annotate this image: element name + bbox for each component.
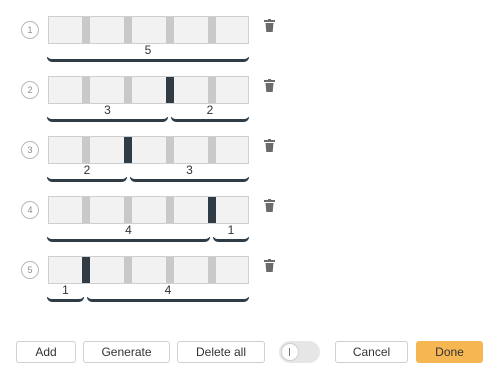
pattern-row: 1 5	[0, 16, 500, 68]
group-count: 4	[125, 223, 132, 237]
bracket-line	[171, 117, 249, 122]
segment-strip[interactable]	[48, 76, 249, 104]
cut-slot[interactable]	[124, 137, 132, 163]
group-bracket: 4	[47, 223, 210, 242]
group-count: 1	[227, 223, 235, 237]
open-slot[interactable]	[124, 257, 132, 283]
group-bracket: 1	[213, 223, 249, 242]
segment-strip[interactable]	[48, 16, 249, 44]
group-bracket: 2	[171, 103, 249, 122]
bracket-line	[47, 237, 210, 242]
delete-all-button[interactable]: Delete all	[177, 341, 265, 363]
open-slot[interactable]	[166, 257, 174, 283]
group-bracket: 2	[47, 163, 127, 182]
pattern-row: 2 3 2	[0, 76, 500, 128]
group-bracket: 1	[47, 283, 84, 302]
cut-slot[interactable]	[208, 197, 216, 223]
open-slot[interactable]	[82, 77, 90, 103]
trash-icon[interactable]	[264, 259, 275, 272]
bracket-line	[130, 177, 249, 182]
open-slot[interactable]	[166, 17, 174, 43]
segment-strip[interactable]	[48, 196, 249, 224]
row-number: 3	[21, 141, 39, 159]
group-count: 3	[186, 163, 193, 177]
pattern-row: 5 1 4	[0, 256, 500, 308]
trash-icon[interactable]	[264, 79, 275, 92]
cut-slot[interactable]	[82, 257, 90, 283]
bracket-line	[47, 177, 127, 182]
open-slot[interactable]	[208, 77, 216, 103]
trash-icon[interactable]	[264, 139, 275, 152]
open-slot[interactable]	[124, 17, 132, 43]
pattern-row: 4 4 1	[0, 196, 500, 248]
segment-strip[interactable]	[48, 256, 249, 284]
cut-slot[interactable]	[166, 77, 174, 103]
open-slot[interactable]	[82, 137, 90, 163]
open-slot[interactable]	[166, 197, 174, 223]
done-button[interactable]: Done	[416, 341, 483, 363]
generate-button[interactable]: Generate	[83, 341, 170, 363]
bracket-line	[47, 57, 249, 62]
add-button[interactable]: Add	[16, 341, 76, 363]
row-number: 4	[21, 201, 39, 219]
row-number: 1	[21, 21, 39, 39]
group-bracket: 5	[47, 43, 249, 62]
group-count: 2	[206, 103, 214, 117]
open-slot[interactable]	[208, 137, 216, 163]
toggle-knob[interactable]	[281, 343, 299, 361]
group-count: 4	[164, 283, 172, 297]
bracket-line	[87, 297, 249, 302]
row-number: 5	[21, 261, 39, 279]
trash-icon[interactable]	[264, 19, 275, 32]
group-bracket: 3	[47, 103, 168, 122]
segment-strip[interactable]	[48, 136, 249, 164]
bracket-line	[47, 297, 84, 302]
group-count: 3	[104, 103, 111, 117]
open-slot[interactable]	[82, 17, 90, 43]
trash-icon[interactable]	[264, 199, 275, 212]
group-count: 1	[62, 283, 69, 297]
group-count: 2	[83, 163, 91, 177]
open-slot[interactable]	[124, 77, 132, 103]
open-slot[interactable]	[82, 197, 90, 223]
open-slot[interactable]	[208, 17, 216, 43]
toggle-switch[interactable]	[279, 341, 320, 363]
cancel-button[interactable]: Cancel	[335, 341, 408, 363]
group-count: 5	[144, 43, 152, 57]
open-slot[interactable]	[208, 257, 216, 283]
row-number: 2	[21, 81, 39, 99]
pattern-row: 3 2 3	[0, 136, 500, 188]
bracket-line	[213, 237, 249, 242]
bracket-line	[47, 117, 168, 122]
group-bracket: 3	[130, 163, 249, 182]
open-slot[interactable]	[124, 197, 132, 223]
open-slot[interactable]	[166, 137, 174, 163]
group-bracket: 4	[87, 283, 249, 302]
